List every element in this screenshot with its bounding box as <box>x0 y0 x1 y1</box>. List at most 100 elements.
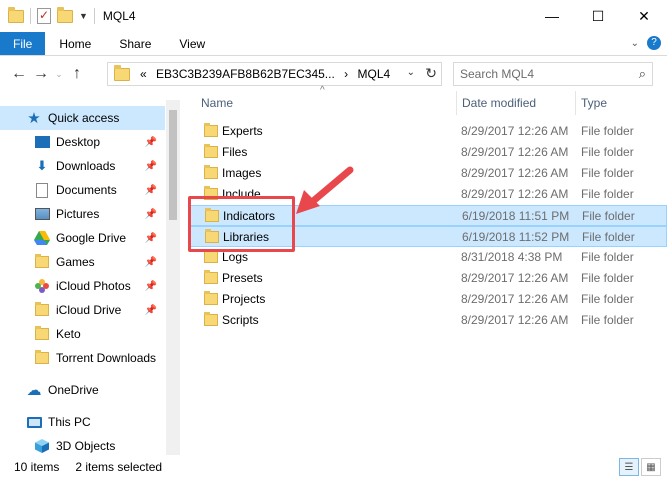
folder-icon <box>34 254 50 270</box>
breadcrumb-item[interactable]: MQL4 <box>358 67 391 81</box>
file-row[interactable]: Files 8/29/2017 12:26 AM File folder <box>190 142 667 163</box>
help-icon[interactable]: ? <box>647 36 661 50</box>
navigation-bar: ← → ⌄ ↑ « EB3C3B239AFB8B62B7EC345... › M… <box>0 57 667 91</box>
new-folder-icon[interactable] <box>57 6 73 23</box>
nav-item-keto[interactable]: Keto <box>0 322 165 346</box>
nav-item-3d-objects[interactable]: 3D Objects <box>0 434 165 455</box>
tab-view[interactable]: View <box>165 32 219 55</box>
file-row[interactable]: Images 8/29/2017 12:26 AM File folder <box>190 163 667 184</box>
nav-item-documents[interactable]: Documents 📌 <box>0 178 165 202</box>
file-row[interactable]: Scripts 8/29/2017 12:26 AM File folder <box>190 310 667 331</box>
search-input[interactable]: Search MQL4 ⌕ <box>453 62 653 86</box>
tab-file[interactable]: File <box>0 32 46 55</box>
column-divider[interactable] <box>575 91 576 115</box>
divider <box>93 8 95 24</box>
maximize-button[interactable]: ☐ <box>575 0 621 32</box>
item-count: 10 items <box>14 460 60 474</box>
file-type: File folder <box>582 209 635 223</box>
pin-icon[interactable]: 📌 <box>145 257 157 268</box>
view-toggle: ☰ ▦ <box>619 458 661 476</box>
pin-icon[interactable]: 📌 <box>145 305 157 316</box>
file-type: File folder <box>581 187 634 201</box>
recent-locations-icon[interactable]: ⌄ <box>52 69 66 80</box>
nav-item-this-pc[interactable]: This PC <box>0 410 165 434</box>
file-type: File folder <box>581 292 634 306</box>
nav-label: Documents <box>56 183 117 197</box>
nav-item-games[interactable]: Games 📌 <box>0 250 165 274</box>
nav-item-onedrive[interactable]: ☁ OneDrive <box>0 378 165 402</box>
file-type: File folder <box>581 271 634 285</box>
pin-icon[interactable]: 📌 <box>145 209 157 220</box>
status-bar: 10 items 2 items selected ☰ ▦ <box>0 455 667 479</box>
star-icon: ★ <box>27 110 41 127</box>
file-row[interactable]: Presets 8/29/2017 12:26 AM File folder <box>190 268 667 289</box>
breadcrumb-item[interactable]: EB3C3B239AFB8B62B7EC345... <box>156 67 335 81</box>
pin-icon[interactable]: 📌 <box>145 137 157 148</box>
chevron-down-icon[interactable]: ⌄ <box>407 67 415 78</box>
navigation-scrollbar[interactable] <box>166 100 180 455</box>
nav-label: Pictures <box>56 207 100 221</box>
nav-label: Quick access <box>48 111 120 125</box>
nav-label: iCloud Drive <box>56 303 122 317</box>
tab-home[interactable]: Home <box>45 32 105 55</box>
onedrive-icon: ☁ <box>26 382 42 399</box>
file-row[interactable]: Experts 8/29/2017 12:26 AM File folder <box>190 121 667 142</box>
pin-icon[interactable]: 📌 <box>145 281 157 292</box>
file-date: 8/29/2017 12:26 AM <box>461 187 569 201</box>
nav-label: Torrent Downloads <box>56 351 157 365</box>
nav-item-icloud-photos[interactable]: iCloud Photos 📌 <box>0 274 165 298</box>
window-title: MQL4 <box>102 9 136 23</box>
nav-item-pictures[interactable]: Pictures 📌 <box>0 202 165 226</box>
nav-item-desktop[interactable]: Desktop 📌 <box>0 130 165 154</box>
file-date: 8/29/2017 12:26 AM <box>461 145 569 159</box>
column-header-type[interactable]: Type <box>581 91 607 115</box>
this-pc-icon <box>26 414 42 430</box>
refresh-icon[interactable]: ↻ <box>425 65 437 82</box>
file-name: Projects <box>222 292 266 306</box>
file-date: 8/29/2017 12:26 AM <box>461 271 569 285</box>
selection-count: 2 items selected <box>75 460 163 474</box>
pin-icon[interactable]: 📌 <box>145 185 157 196</box>
nav-item-icloud-drive[interactable]: iCloud Drive 📌 <box>0 298 165 322</box>
breadcrumb[interactable]: « EB3C3B239AFB8B62B7EC345... › MQL4 <box>140 67 390 81</box>
folder-icon <box>204 291 218 305</box>
back-arrow-icon[interactable]: ← <box>8 65 30 83</box>
search-placeholder: Search MQL4 <box>460 67 535 81</box>
scrollbar-thumb[interactable] <box>169 110 177 220</box>
pin-icon[interactable]: 📌 <box>145 161 157 172</box>
file-row[interactable]: Projects 8/29/2017 12:26 AM File folder <box>190 289 667 310</box>
chevron-down-icon[interactable]: ⌄ <box>631 38 639 49</box>
up-arrow-icon[interactable]: ↑ <box>66 65 88 83</box>
address-bar[interactable]: « EB3C3B239AFB8B62B7EC345... › MQL4 ⌄ ↻ <box>107 62 442 86</box>
column-divider[interactable] <box>456 91 457 115</box>
column-header-date-modified[interactable]: Date modified <box>462 91 536 115</box>
file-type: File folder <box>581 124 634 138</box>
nav-item-downloads[interactable]: ⬇ Downloads 📌 <box>0 154 165 178</box>
breadcrumb-overflow[interactable]: « <box>140 67 147 81</box>
icloud-photos-icon <box>34 278 50 294</box>
file-type: File folder <box>581 250 634 264</box>
nav-item-google-drive[interactable]: Google Drive 📌 <box>0 226 165 250</box>
nav-item-quick-access[interactable]: ★ Quick access <box>0 106 165 130</box>
pin-icon[interactable]: 📌 <box>145 233 157 244</box>
folder-icon <box>204 144 218 158</box>
column-header-name[interactable]: Name <box>201 91 233 115</box>
large-icons-view-icon[interactable]: ▦ <box>641 458 661 476</box>
download-icon: ⬇ <box>36 158 48 173</box>
pictures-icon <box>34 206 50 222</box>
folder-icon[interactable] <box>8 6 24 23</box>
tab-share[interactable]: Share <box>105 32 165 55</box>
properties-icon[interactable] <box>37 8 51 24</box>
breadcrumb-separator[interactable]: › <box>344 67 348 81</box>
details-view-icon[interactable]: ☰ <box>619 458 639 476</box>
customize-toolbar-icon[interactable]: ▼ <box>79 11 88 21</box>
minimize-button[interactable]: — <box>529 0 575 32</box>
close-button[interactable]: ✕ <box>621 0 667 32</box>
folder-icon <box>204 270 218 284</box>
nav-label: 3D Objects <box>56 439 116 453</box>
file-date: 6/19/2018 11:51 PM <box>462 209 570 223</box>
quick-access-toolbar: ▼ <box>0 6 95 24</box>
nav-item-torrent-downloads[interactable]: Torrent Downloads <box>0 346 165 370</box>
forward-arrow-icon[interactable]: → <box>30 65 52 83</box>
google-drive-icon <box>34 230 50 246</box>
